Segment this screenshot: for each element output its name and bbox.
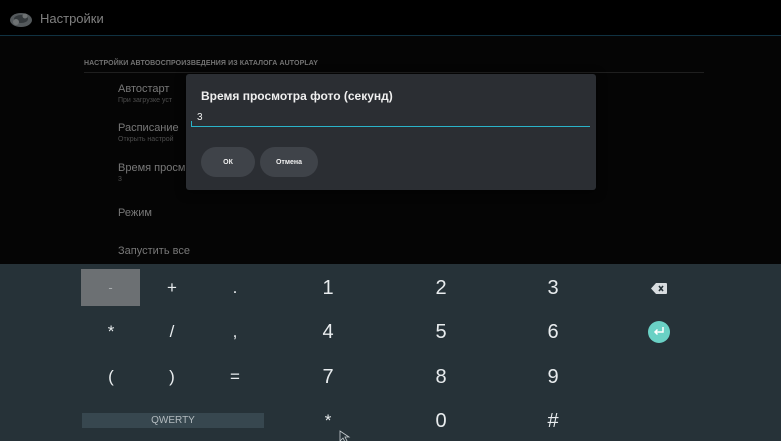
key-3[interactable]: 3	[529, 272, 577, 304]
key-asterisk[interactable]: *	[91, 316, 131, 348]
qwerty-switch-key[interactable]: QWERTY	[82, 413, 264, 428]
numeric-keyboard: - + . 1 2 3 * / , 4 5 6 ( ) = 7 8 9 QWER…	[0, 264, 781, 441]
backspace-key[interactable]	[639, 272, 679, 304]
ok-button[interactable]: ОК	[201, 147, 255, 177]
key-6[interactable]: 6	[529, 316, 577, 348]
key-equals[interactable]: =	[215, 361, 255, 393]
key-open-paren[interactable]: (	[91, 361, 131, 393]
key-7[interactable]: 7	[304, 361, 352, 393]
backspace-icon	[651, 282, 667, 294]
key-close-paren[interactable]: )	[152, 361, 192, 393]
seconds-input[interactable]: 3	[197, 112, 203, 123]
key-9[interactable]: 9	[529, 361, 577, 393]
key-1[interactable]: 1	[304, 272, 352, 304]
enter-icon	[648, 321, 670, 343]
key-dot[interactable]: .	[215, 272, 255, 304]
key-0[interactable]: 0	[417, 405, 465, 437]
dialog-title: Время просмотра фото (секунд)	[201, 89, 393, 103]
key-hash[interactable]: #	[529, 405, 577, 437]
key-slash[interactable]: /	[152, 316, 192, 348]
key-8[interactable]: 8	[417, 361, 465, 393]
key-comma[interactable]: ,	[215, 316, 255, 348]
key-4[interactable]: 4	[304, 316, 352, 348]
key-5[interactable]: 5	[417, 316, 465, 348]
mouse-pointer-icon	[339, 430, 351, 441]
key-2[interactable]: 2	[417, 272, 465, 304]
enter-key[interactable]	[644, 319, 674, 345]
key-plus[interactable]: +	[152, 272, 192, 304]
input-underline	[192, 126, 590, 127]
key-minus[interactable]: -	[81, 269, 140, 306]
photo-time-dialog: Время просмотра фото (секунд) 3 ОК Отмен…	[186, 74, 596, 190]
cancel-button[interactable]: Отмена	[260, 147, 318, 177]
